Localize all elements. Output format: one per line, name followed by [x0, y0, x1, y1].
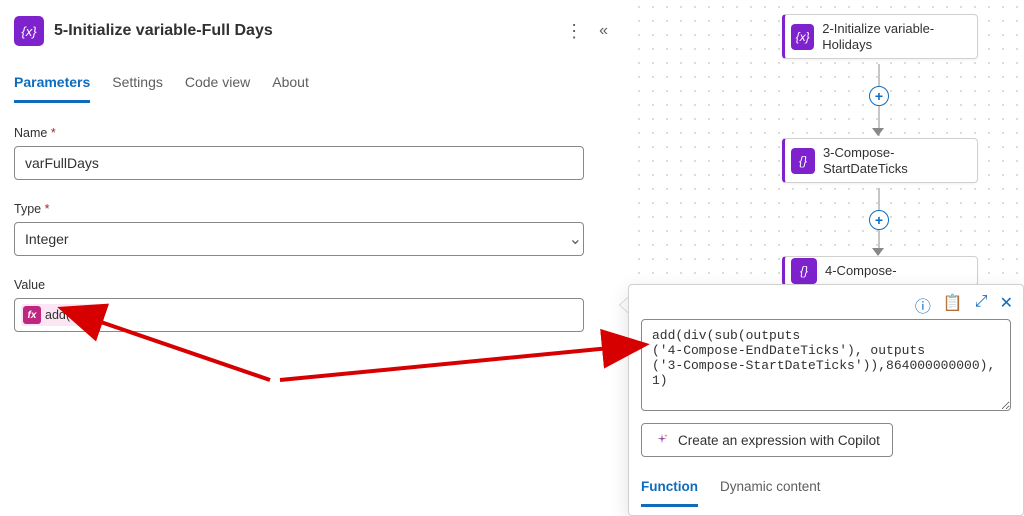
- panel-header: {x} 5-Initialize variable-Full Days ⋮ «: [14, 16, 608, 46]
- fx-icon: fx: [23, 306, 41, 324]
- config-tabs: Parameters Settings Code view About: [14, 68, 608, 104]
- flow-node-compose-end[interactable]: {} 4-Compose-: [782, 256, 978, 286]
- tab-parameters[interactable]: Parameters: [14, 68, 90, 103]
- name-label: Name: [14, 126, 608, 140]
- flyout-tab-function[interactable]: Function: [641, 473, 698, 507]
- info-icon[interactable]: ⓘ: [915, 293, 931, 317]
- compose-icon: {}: [791, 258, 817, 284]
- copilot-spark-icon: [654, 432, 670, 448]
- flyout-tab-dynamic-content[interactable]: Dynamic content: [720, 473, 821, 507]
- flow-node-compose-start[interactable]: {} 3-Compose-StartDateTicks: [782, 138, 978, 183]
- type-select[interactable]: Integer: [14, 222, 584, 256]
- token-text: add(...): [45, 308, 85, 322]
- tab-code-view[interactable]: Code view: [185, 68, 250, 103]
- add-step-button[interactable]: +: [869, 210, 889, 230]
- arrow-down-icon: [872, 248, 884, 256]
- action-config-panel: {x} 5-Initialize variable-Full Days ⋮ « …: [0, 0, 620, 516]
- node-label: 2-Initialize variable-Holidays: [822, 21, 967, 52]
- expression-textarea[interactable]: add(div(sub(outputs ('4-Compose-EndDateT…: [641, 319, 1011, 411]
- flyout-tabs: Function Dynamic content: [641, 473, 1011, 507]
- initialize-variable-icon: {x}: [791, 24, 814, 50]
- copilot-button-label: Create an expression with Copilot: [678, 433, 880, 448]
- value-input[interactable]: fx add(...) ×: [14, 298, 584, 332]
- copilot-expression-button[interactable]: Create an expression with Copilot: [641, 423, 893, 457]
- node-label: 3-Compose-StartDateTicks: [823, 145, 967, 176]
- initialize-variable-icon: {x}: [14, 16, 44, 46]
- arrow-down-icon: [872, 128, 884, 136]
- add-step-button[interactable]: +: [869, 86, 889, 106]
- flow-node-init-holidays[interactable]: {x} 2-Initialize variable-Holidays: [782, 14, 978, 59]
- name-input[interactable]: [14, 146, 584, 180]
- compose-icon: {}: [791, 148, 815, 174]
- clipboard-icon[interactable]: 📋: [943, 293, 963, 317]
- type-label: Type: [14, 202, 608, 216]
- tab-settings[interactable]: Settings: [112, 68, 163, 103]
- expand-icon[interactable]: ⤢: [975, 293, 988, 317]
- collapse-panel-icon[interactable]: «: [599, 22, 608, 40]
- token-remove-icon[interactable]: ×: [91, 308, 98, 322]
- panel-title: 5-Initialize variable-Full Days: [54, 22, 555, 40]
- flow-canvas[interactable]: {x} 2-Initialize variable-Holidays + {} …: [632, 0, 1024, 286]
- close-icon[interactable]: ✕: [1000, 293, 1013, 317]
- more-menu-icon[interactable]: ⋮: [565, 22, 583, 40]
- tab-about[interactable]: About: [272, 68, 309, 103]
- expression-token[interactable]: fx add(...) ×: [21, 304, 104, 326]
- expression-editor-flyout: ⓘ 📋 ⤢ ✕ add(div(sub(outputs ('4-Compose-…: [628, 284, 1024, 516]
- value-label: Value: [14, 278, 608, 292]
- node-label: 4-Compose-: [825, 263, 897, 279]
